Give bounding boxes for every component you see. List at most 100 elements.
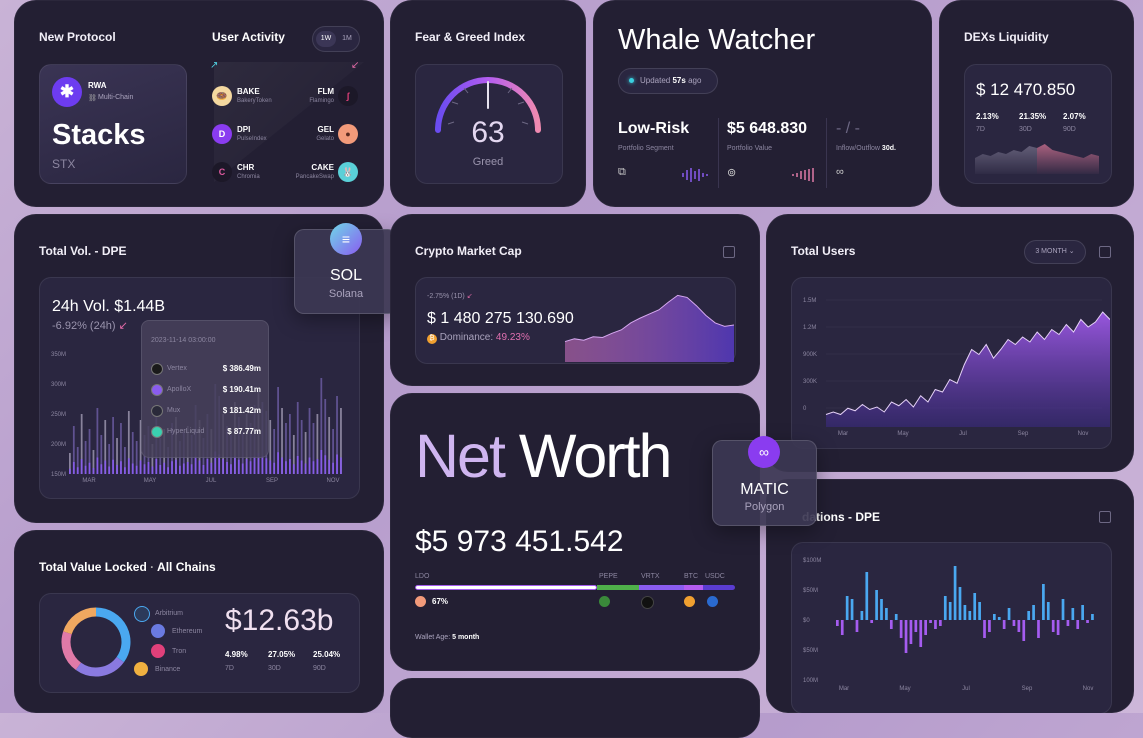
- y-tick-label: $100M: [803, 558, 821, 564]
- x-tick-label: MAR: [82, 478, 96, 484]
- liquidation-bar: [1051, 620, 1055, 632]
- donut-slice: [95, 607, 131, 663]
- binance-icon: [134, 662, 148, 676]
- token-btc: BTC: [684, 573, 698, 580]
- range-select[interactable]: 3 MONTH ⌄: [1024, 240, 1086, 264]
- x-tick-label: SEP: [266, 478, 278, 484]
- vol-bar-segment: [190, 464, 193, 474]
- protocol-tag: RWA: [88, 81, 107, 90]
- total-users-chart: 1.5M 1.2M 900K 300K 0 Mar May Jul Sep Nov: [803, 298, 1110, 437]
- flm-name: Flamingo: [309, 98, 334, 104]
- y-tick-label: 100M: [803, 678, 818, 684]
- total-users-title: Total Users: [791, 244, 856, 258]
- tooltip-row: ApolloX $ 190.41m: [151, 384, 261, 396]
- liquidation-bar: [1086, 620, 1089, 623]
- updated-prefix: Updated: [640, 76, 671, 85]
- dex-stat-7d-label: 7D: [976, 126, 985, 133]
- liquidation-bar: [929, 620, 932, 623]
- flm-symbol: FLM: [317, 87, 334, 96]
- vol-bar-segment: [296, 456, 299, 474]
- vol-bar-segment: [167, 467, 169, 474]
- users-area: [826, 312, 1110, 427]
- y-tick-label: 300K: [803, 379, 817, 385]
- tooltip-value: $ 190.41m: [222, 385, 261, 394]
- liquidations-chart: $100M $50M $0 $50M 100M Mar May Jul Sep Nov: [803, 558, 1094, 692]
- alloc-btc: [683, 585, 703, 590]
- gel-symbol: GEL: [317, 125, 334, 134]
- tooltip-protocol: Vertex: [167, 365, 187, 372]
- liquidation-bar: [889, 620, 893, 629]
- flm-coin-icon: ʃ: [338, 86, 358, 106]
- arrow-up-right-icon: ↗: [210, 60, 219, 71]
- liquidation-bar: [1032, 605, 1035, 620]
- vol-bar-segment: [143, 464, 146, 474]
- market-cap-card: Crypto Market Cap -2.75% (1D) ↙ $ 1 480 …: [390, 214, 760, 386]
- vol-bar-segment: [206, 459, 209, 474]
- protocol-ticker: STX: [52, 157, 76, 171]
- y-tick-label: 1.5M: [803, 298, 816, 304]
- ethereum-icon: [151, 624, 165, 638]
- flow-label: Inflow/Outflow 30d.: [836, 145, 896, 152]
- liquidation-bar: [1007, 608, 1011, 620]
- vol-bar-segment: [300, 460, 303, 474]
- bottom-card: [390, 678, 760, 738]
- tvl-stat-7d: 4.98%: [225, 650, 248, 659]
- tooltip-protocol: ApolloX: [167, 386, 192, 393]
- chain-arbitrium: Arbitrium: [155, 610, 184, 617]
- vol-bar-segment: [108, 466, 111, 474]
- liquidation-bar: [1012, 620, 1016, 626]
- vol-bar-segment: [226, 462, 228, 474]
- tvl-value: $12.63b: [225, 604, 334, 637]
- expand-icon[interactable]: [1099, 511, 1111, 523]
- dex-stat-30d-label: 30D: [1019, 126, 1032, 133]
- matic-badge[interactable]: ∞ MATIC Polygon: [712, 436, 817, 526]
- total-users-card: Total Users 3 MONTH ⌄ 1.5M 1.2M 900K 300K 0 M…: [766, 214, 1134, 472]
- dex-liquidity-card: DEXs Liquidity $ 12 470.850 2.13% 7D 21.…: [939, 0, 1134, 207]
- liquidation-bar: [1091, 614, 1094, 620]
- chain-tron: Tron: [172, 648, 187, 655]
- vol-bar-segment: [151, 466, 154, 474]
- vol-bar-segment: [273, 462, 276, 474]
- stacks-panel[interactable]: ✱ RWA ⛓ Multi-Chain Stacks STX: [39, 64, 187, 184]
- vol-bar-segment: [88, 462, 91, 474]
- x-tick-label: JUL: [206, 478, 217, 484]
- liquidation-bar: [1066, 620, 1070, 626]
- ldo-pct: 67%: [432, 597, 449, 606]
- dex-title: DEXs Liquidity: [964, 30, 1049, 44]
- x-tick-label: Sep: [1022, 686, 1033, 692]
- protocol-icon: [151, 363, 163, 375]
- y-tick-label: 250M: [51, 412, 66, 418]
- activity-range-toggle: 1W 1M: [312, 26, 360, 52]
- market-cap-title: Crypto Market Cap: [415, 244, 522, 258]
- tab-1w[interactable]: 1W: [316, 31, 336, 47]
- new-protocol-card: New Protocol ✱ RWA ⛓ Multi-Chain Stacks …: [14, 0, 384, 207]
- arbitrum-icon: [134, 606, 150, 622]
- liquidation-bar: [983, 620, 986, 638]
- vol-bar-segment: [127, 458, 130, 474]
- waveform-1-icon: [682, 168, 708, 182]
- tooltip-row: Vertex $ 386.49m: [151, 363, 261, 375]
- vol-bar-segment: [104, 460, 107, 474]
- liquidation-bar: [836, 620, 839, 626]
- whale-divider-1: [718, 118, 719, 188]
- tab-1m[interactable]: 1M: [337, 31, 357, 47]
- token-ldo: LDO: [415, 573, 430, 580]
- vol-bar-segment: [328, 459, 331, 474]
- expand-icon[interactable]: [1099, 246, 1111, 258]
- vol-bar-segment: [210, 462, 213, 474]
- expand-icon[interactable]: [723, 246, 735, 258]
- vol-bar-segment: [245, 459, 248, 474]
- token-vrtx: VRTX: [641, 573, 660, 580]
- vol-bar-segment: [292, 464, 295, 474]
- chain-binance: Binance: [155, 666, 181, 673]
- liquidation-bar: [958, 587, 962, 620]
- x-tick-label: Jul: [959, 431, 967, 437]
- vol-bar-segment: [320, 450, 323, 474]
- market-cap-value: $ 1 480 275 130.690: [427, 310, 574, 327]
- liquidation-bar: [845, 596, 849, 620]
- liquidation-bar: [860, 611, 864, 620]
- sol-badge[interactable]: ≡ SOL Solana: [294, 223, 398, 314]
- vol-bar-segment: [253, 456, 256, 474]
- liquidation-bar: [1046, 602, 1050, 620]
- sol-name: Solana: [328, 288, 364, 300]
